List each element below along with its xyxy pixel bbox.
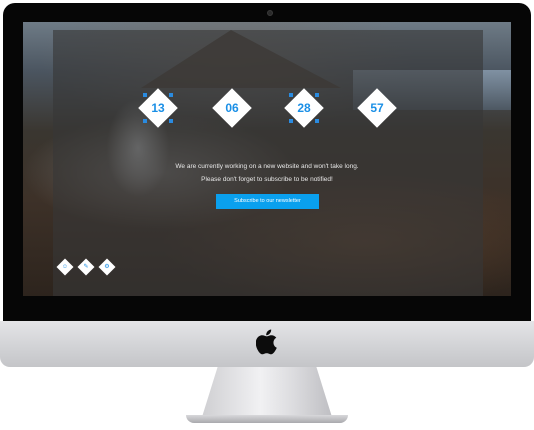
corner-dot — [169, 119, 173, 123]
message-line-2: Please don't forget to subscribe to be n… — [201, 176, 333, 183]
corner-dot — [143, 119, 147, 123]
seconds-value: 57 — [370, 101, 384, 115]
corner-dot — [315, 93, 319, 97]
monitor-stand — [202, 367, 332, 417]
screen: 13 06 28 57 We are currently working on … — [23, 22, 511, 296]
hours-value: 06 — [225, 101, 239, 115]
apple-logo-icon — [256, 329, 277, 355]
corner-dot — [143, 93, 147, 97]
message-line-1: We are currently working on a new websit… — [175, 163, 359, 170]
corner-dot — [289, 93, 293, 97]
user-icon: ☺ — [61, 264, 69, 270]
corner-dot — [289, 119, 293, 123]
corner-dot — [169, 93, 173, 97]
monitor-base — [186, 415, 348, 423]
imac-mockup: 13 06 28 57 We are currently working on … — [0, 0, 534, 430]
subscribe-button[interactable]: Subscribe to our newsletter — [216, 194, 319, 209]
pencil-icon: ✎ — [83, 264, 89, 270]
camera-dot — [267, 10, 273, 16]
corner-dot — [315, 119, 319, 123]
days-value: 13 — [151, 101, 165, 115]
gear-icon: ⚙ — [104, 264, 110, 270]
minutes-value: 28 — [297, 101, 311, 115]
